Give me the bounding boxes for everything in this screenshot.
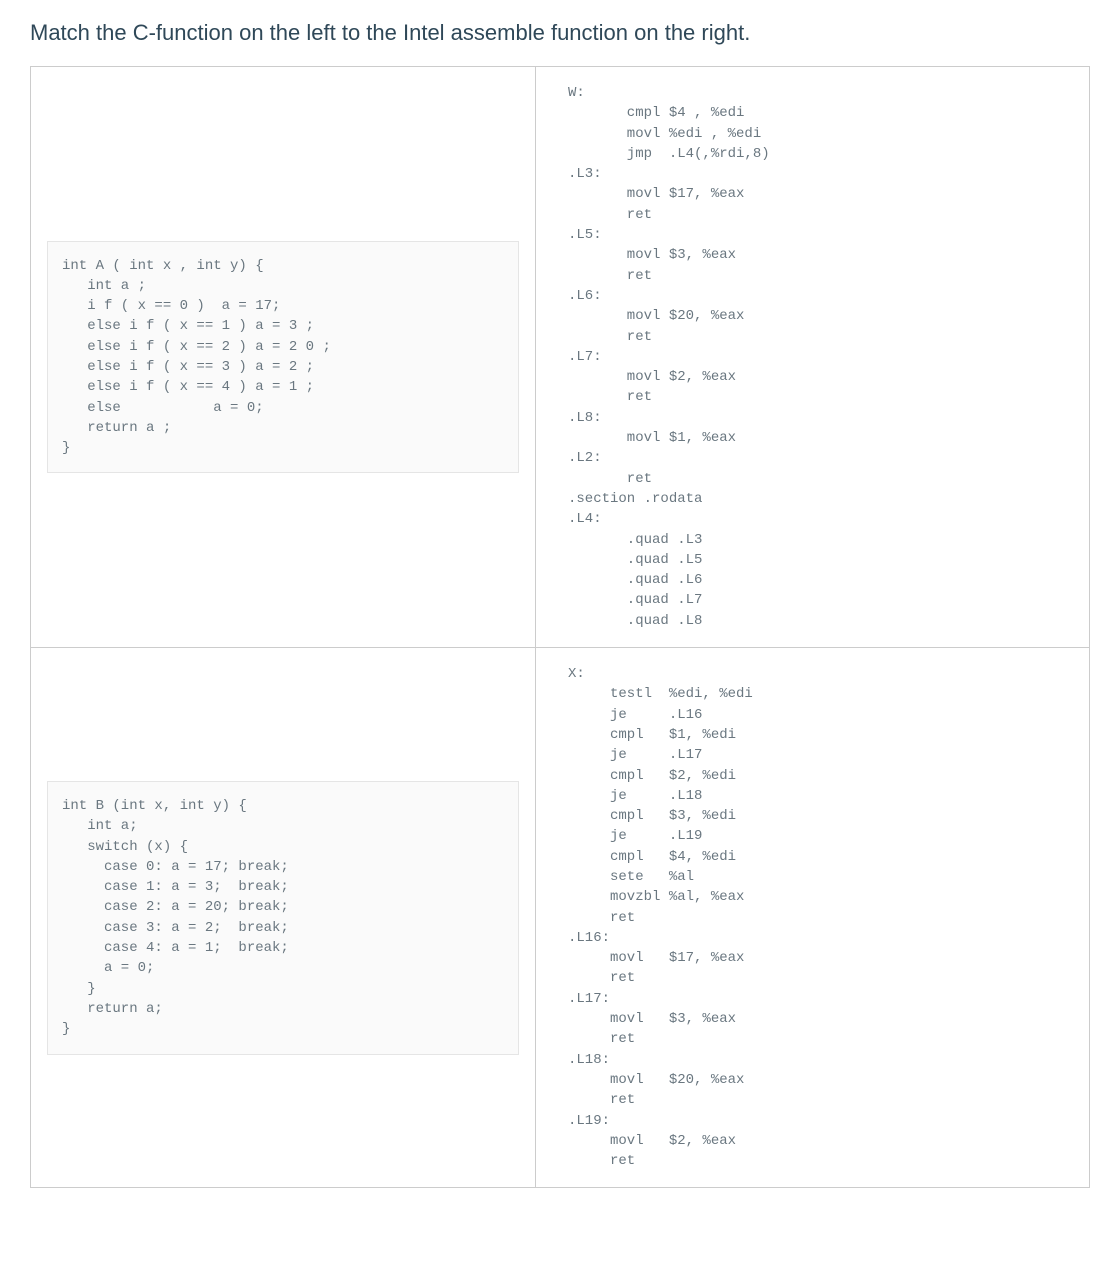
c-code-cell: int B (int x, int y) { int a; switch (x)… bbox=[31, 648, 536, 1187]
match-table: int A ( int x , int y) { int a ; i f ( x… bbox=[30, 66, 1090, 1188]
table-row: int A ( int x , int y) { int a ; i f ( x… bbox=[31, 67, 1089, 648]
asm-code-cell: X: testl %edi, %edi je .L16 cmpl $1, %ed… bbox=[536, 648, 1089, 1187]
question-heading: Match the C-function on the left to the … bbox=[30, 20, 1089, 46]
c-code[interactable]: int B (int x, int y) { int a; switch (x)… bbox=[62, 796, 504, 1040]
c-code-cell: int A ( int x , int y) { int a ; i f ( x… bbox=[31, 67, 536, 647]
code-block-c: int A ( int x , int y) { int a ; i f ( x… bbox=[47, 241, 519, 474]
c-code[interactable]: int A ( int x , int y) { int a ; i f ( x… bbox=[62, 256, 504, 459]
asm-code[interactable]: W: cmpl $4 , %edi movl %edi , %edi jmp .… bbox=[552, 83, 1073, 631]
code-block-c: int B (int x, int y) { int a; switch (x)… bbox=[47, 781, 519, 1055]
asm-code[interactable]: X: testl %edi, %edi je .L16 cmpl $1, %ed… bbox=[552, 664, 1073, 1171]
table-row: int B (int x, int y) { int a; switch (x)… bbox=[31, 648, 1089, 1187]
asm-code-cell: W: cmpl $4 , %edi movl %edi , %edi jmp .… bbox=[536, 67, 1089, 647]
